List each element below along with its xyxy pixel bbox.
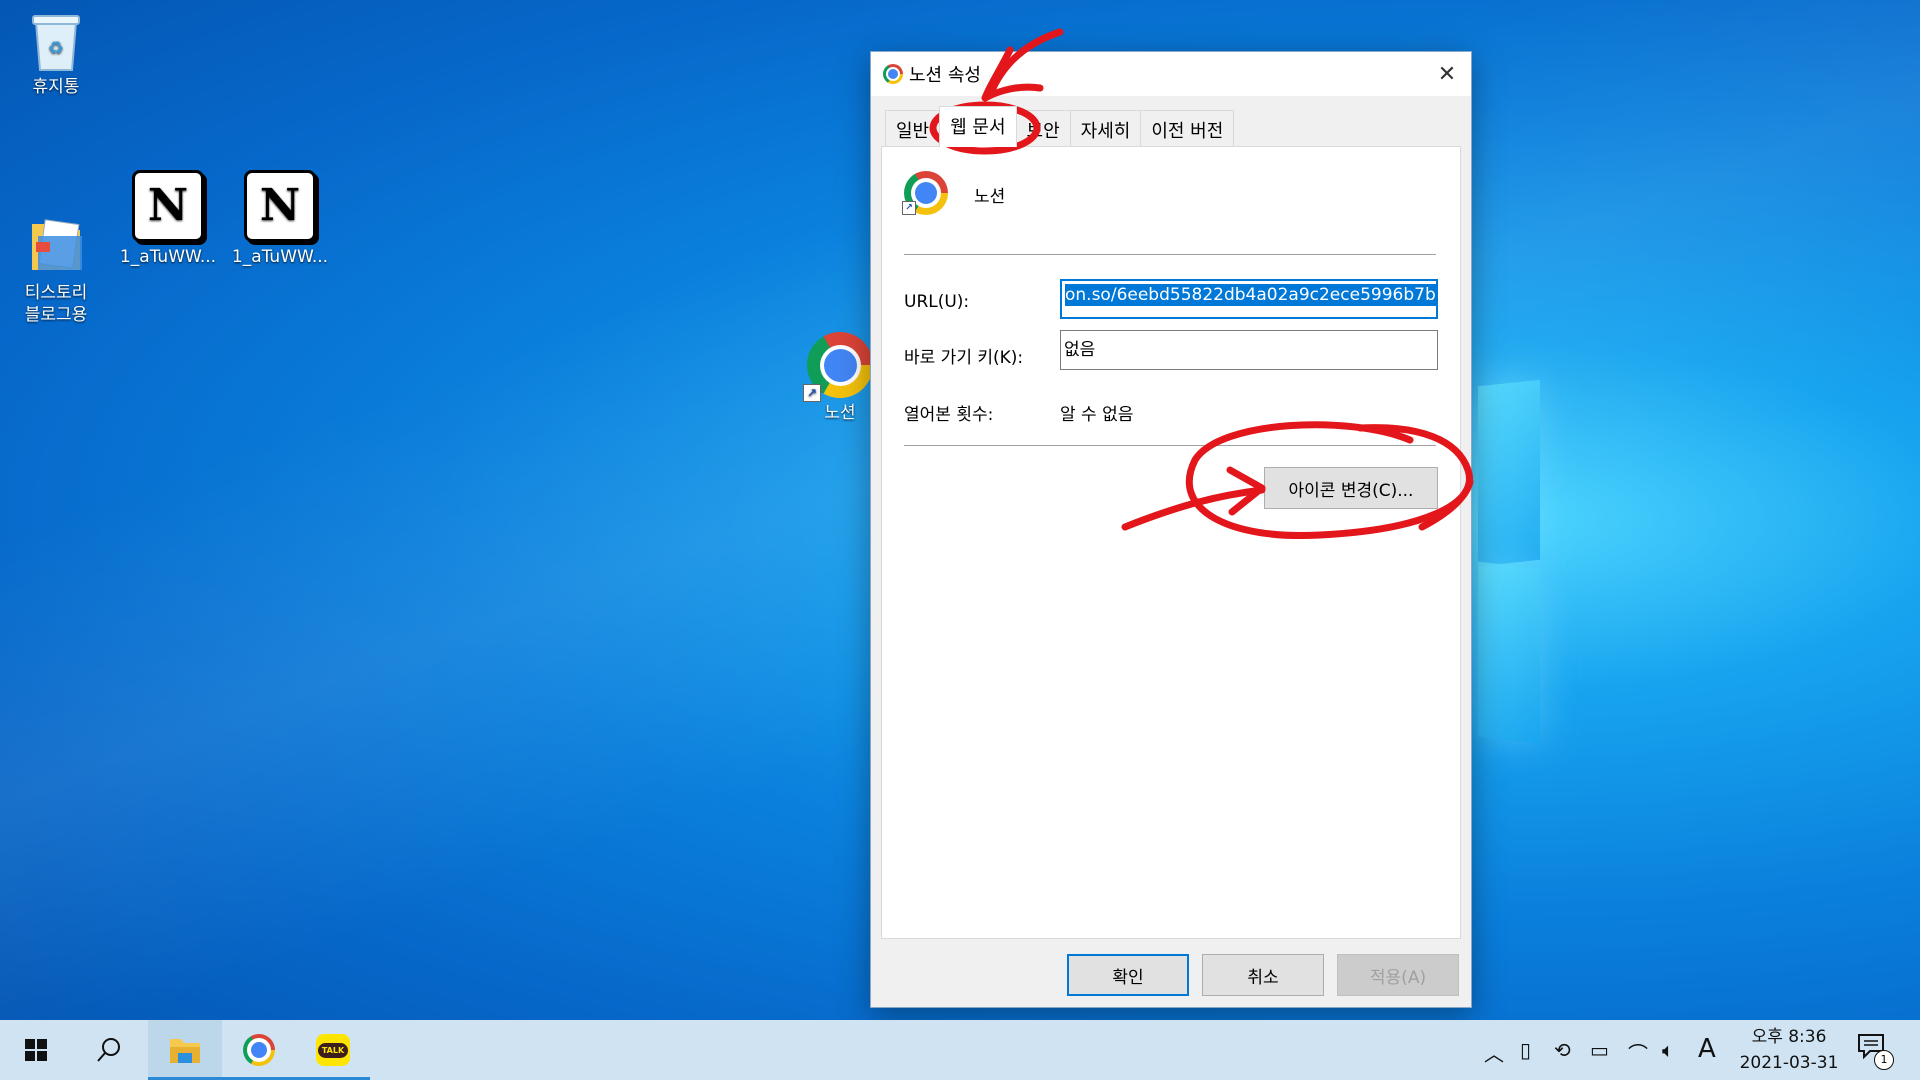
- chevron-up-icon: ︿: [1484, 1042, 1504, 1066]
- desktop-icon-label: 1_aTuWW...: [119, 247, 217, 267]
- recycle-bin-icon: ♻: [28, 10, 84, 72]
- desktop-icon-notion-1[interactable]: N 1_aTuWW...: [118, 170, 218, 268]
- tab-general[interactable]: 일반: [885, 110, 941, 147]
- desktop-icon-label: 티스토리 블로그용: [24, 283, 88, 325]
- shortcut-key-label: 바로 가기 키(K):: [904, 348, 1024, 368]
- wallpaper-pane: [1478, 379, 1540, 567]
- desktop-icon-recycle-bin[interactable]: ♻ 휴지통: [6, 10, 106, 98]
- shortcut-arrow-icon: ↗: [902, 201, 916, 215]
- url-label: URL(U):: [904, 292, 970, 312]
- notion-icon: N: [132, 170, 204, 242]
- clock[interactable]: 오후 8:36 2021-03-31: [1734, 1024, 1844, 1076]
- volume-icon[interactable]: 🔈︎: [1662, 1038, 1674, 1062]
- kakaotalk-label: TALK: [317, 1042, 349, 1058]
- clock-date: 2021-03-31: [1739, 1053, 1839, 1073]
- kakaotalk-icon: TALK: [316, 1034, 350, 1066]
- tab-details[interactable]: 자세히: [1069, 110, 1142, 147]
- apply-button[interactable]: 적용(A): [1337, 954, 1459, 996]
- file-explorer-icon: [170, 1039, 200, 1063]
- shortcut-key-value: 없음: [1064, 340, 1096, 360]
- shortcut-key-field[interactable]: 없음: [1060, 330, 1438, 370]
- windows-icon: [25, 1039, 47, 1061]
- divider: [904, 254, 1436, 255]
- chrome-icon: [243, 1034, 275, 1066]
- svg-text:♻: ♻: [48, 38, 64, 59]
- dialog-title: 노션 속성: [909, 65, 981, 86]
- shortcut-arrow-icon: ↗: [803, 384, 821, 402]
- desktop-icon-tistory-folder[interactable]: 티스토리 블로그용: [6, 170, 106, 348]
- item-name: 노션: [974, 187, 1006, 207]
- visit-count-value: 알 수 없음: [1060, 405, 1134, 425]
- tray-app-icon[interactable]: ▯: [1520, 1038, 1531, 1062]
- desktop-icon-notion-2[interactable]: N 1_aTuWW...: [230, 170, 330, 268]
- tab-web-document[interactable]: 웹 문서: [939, 106, 1017, 147]
- tab-strip: 일반 웹 문서 보안 자세히 이전 버전: [885, 106, 1235, 147]
- clock-time: 오후 8:36: [1751, 1027, 1827, 1047]
- search-button[interactable]: [76, 1020, 142, 1080]
- tab-previous-versions[interactable]: 이전 버전: [1140, 110, 1235, 147]
- cancel-button[interactable]: 취소: [1202, 954, 1324, 996]
- wifi-icon[interactable]: ⌒: [1628, 1038, 1648, 1067]
- desktop-icon-label: 1_aTuWW...: [231, 247, 329, 267]
- notification-badge: 1: [1874, 1050, 1894, 1070]
- close-button[interactable]: ✕: [1423, 52, 1471, 96]
- taskbar-file-explorer[interactable]: [148, 1020, 222, 1080]
- action-center-button[interactable]: 1: [1856, 1032, 1896, 1072]
- tab-panel: ↗ 노션 URL(U): on.so/6eebd55822db4a02a9c2e…: [881, 146, 1461, 939]
- desktop-icon-label: 휴지통: [32, 77, 80, 97]
- search-icon: [97, 1038, 120, 1062]
- url-value: on.so/6eebd55822db4a02a9c2ece5996b7bd2: [1065, 284, 1436, 306]
- wallpaper-pane: [1478, 561, 1540, 744]
- change-icon-button[interactable]: 아이콘 변경(C)...: [1264, 467, 1438, 509]
- url-field[interactable]: on.so/6eebd55822db4a02a9c2ece5996b7bd2: [1060, 279, 1438, 319]
- ime-indicator[interactable]: A: [1698, 1034, 1716, 1064]
- visit-count-label: 열어본 횟수:: [904, 405, 994, 425]
- properties-dialog: 노션 속성 ✕ 일반 웹 문서 보안 자세히 이전 버전 ↗ 노션 URL(U)…: [870, 51, 1472, 1008]
- show-hidden-icons-button[interactable]: ︿: [1484, 1038, 1504, 1067]
- tab-security[interactable]: 보안: [1015, 110, 1071, 147]
- divider: [904, 445, 1436, 446]
- close-icon: ✕: [1437, 61, 1457, 87]
- chrome-icon: [883, 64, 903, 84]
- taskbar: TALK ︿ ▯ ⟲ ▭ ⌒ 🔈︎ A 오후 8:36 2021-03-31 1: [0, 1020, 1920, 1080]
- taskbar-kakaotalk[interactable]: TALK: [296, 1020, 370, 1080]
- chrome-icon: ↗: [902, 171, 948, 215]
- dialog-titlebar[interactable]: 노션 속성 ✕: [871, 52, 1471, 96]
- notion-icon: N: [244, 170, 316, 242]
- taskbar-chrome[interactable]: [222, 1020, 296, 1080]
- start-button[interactable]: [0, 1020, 72, 1080]
- folder-icon: [28, 192, 84, 270]
- sync-icon[interactable]: ⟲: [1554, 1038, 1571, 1062]
- battery-icon[interactable]: ▭: [1590, 1038, 1609, 1062]
- ok-button[interactable]: 확인: [1067, 954, 1189, 996]
- chrome-icon: ↗: [803, 332, 873, 402]
